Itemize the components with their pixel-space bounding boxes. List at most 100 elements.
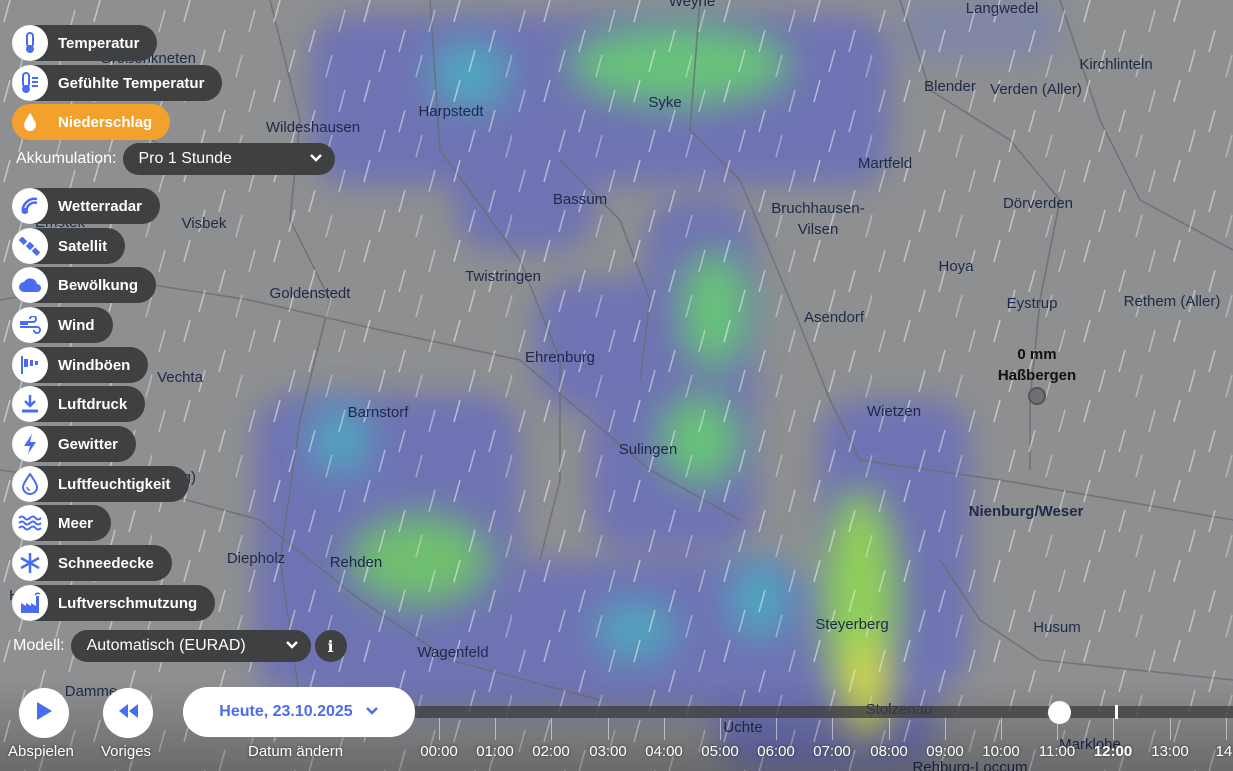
timeline-hour-label[interactable]: 09:00	[926, 743, 964, 760]
timeline-hour-label[interactable]: 12:00	[1094, 743, 1132, 760]
timeline-hour-label[interactable]: 14:	[1216, 743, 1233, 760]
timeline-hour-label[interactable]: 04:00	[645, 743, 683, 760]
layer-label: Gefühlte Temperatur	[58, 74, 205, 92]
layer-button-1[interactable]: Temperatur	[12, 25, 158, 61]
place-name: Eystrup	[1006, 295, 1058, 312]
model-info-button[interactable]: i	[314, 630, 347, 662]
place-name: Asendorf	[803, 309, 865, 326]
model-dropdown[interactable]: Automatisch (EURAD)	[70, 630, 311, 662]
timeline-track[interactable]	[415, 706, 1233, 718]
marker-pin-icon[interactable]	[1028, 387, 1046, 405]
layer-label: Wind	[58, 316, 95, 334]
place-name: Diepholz	[226, 550, 286, 567]
snowflake-icon	[12, 545, 48, 581]
place-name: Vilsen	[797, 221, 839, 238]
timeline-tick	[551, 718, 552, 740]
layer-button-2[interactable]: Gefühlte Temperatur	[12, 65, 223, 101]
radar-icon	[12, 188, 48, 224]
timeline-hour-label[interactable]: 11:00	[1039, 743, 1075, 760]
place-name: Goldenstedt	[269, 285, 351, 302]
layer-button-4[interactable]: Wetterradar	[12, 188, 160, 224]
date-value: Heute, 23.10.2025	[219, 703, 353, 720]
layer-label: Temperatur	[58, 34, 140, 52]
raindrop-icon	[12, 104, 48, 140]
layer-button-14[interactable]: Luftverschmutzung	[12, 585, 216, 621]
layer-label: Luftdruck	[58, 395, 128, 413]
layer-label: Luftfeuchtigkeit	[58, 475, 171, 493]
place-name: Wietzen	[866, 403, 922, 420]
layer-button-6[interactable]: Bewölkung	[12, 267, 157, 303]
layer-button-13[interactable]: Schneedecke	[12, 545, 172, 581]
previous-button[interactable]	[103, 688, 153, 738]
timeline-tick	[1113, 718, 1114, 740]
place-name: Sulingen	[618, 441, 678, 458]
timeline-slider-handle[interactable]	[1048, 701, 1071, 724]
timeline-hour-label[interactable]: 02:00	[532, 743, 570, 760]
timeline-hour-label[interactable]: 06:00	[757, 743, 795, 760]
satellite-icon	[12, 228, 48, 264]
place-name: Syke	[648, 94, 682, 111]
layer-label: Schneedecke	[58, 554, 154, 572]
layer-button-3[interactable]: Niederschlag	[12, 104, 171, 140]
place-name: Dörverden	[1002, 195, 1074, 212]
timeline-tick	[495, 718, 496, 740]
place-name: Harpstedt	[418, 103, 484, 120]
chevron-down-icon	[365, 703, 379, 721]
layer-button-10[interactable]: Gewitter	[12, 426, 137, 462]
timeline-hour-label[interactable]: 00:00	[420, 743, 458, 760]
layer-label: Bewölkung	[58, 276, 139, 294]
layer-label: Satellit	[58, 237, 108, 255]
marker-place-name: Haßbergen	[997, 367, 1077, 384]
layer-button-11[interactable]: Luftfeuchtigkeit	[12, 466, 189, 502]
timeline-tick	[439, 718, 440, 740]
marker-precipitation-value: 0 mm	[1017, 346, 1057, 363]
timeline-hour-label[interactable]: 07:00	[813, 743, 851, 760]
place-name: Steyerberg	[815, 616, 889, 633]
timeline-hour-label[interactable]: 05:00	[701, 743, 739, 760]
timeline-hour-label[interactable]: 13:00	[1151, 743, 1189, 760]
place-name: Martfeld	[857, 155, 913, 172]
lightning-icon	[12, 426, 48, 462]
change-date-label: Datum ändern	[248, 743, 344, 760]
timeline-hour-label[interactable]: 08:00	[870, 743, 908, 760]
timeline-hour-label[interactable]: 10:00	[982, 743, 1020, 760]
timeline-tick	[608, 718, 609, 740]
date-picker-button[interactable]: Heute, 23.10.2025	[183, 687, 415, 737]
timeline-hour-label[interactable]: 01:00	[476, 743, 514, 760]
wind-icon	[12, 307, 48, 343]
timeline-tick	[945, 718, 946, 740]
place-name: Wagenfeld	[417, 644, 489, 661]
pressure-arrow-icon	[12, 386, 48, 422]
accumulation-value: Pro 1 Stunde	[138, 150, 232, 167]
layer-label: Niederschlag	[58, 113, 153, 131]
layer-label: Gewitter	[58, 435, 119, 453]
place-name: Vechta	[157, 369, 203, 386]
accumulation-dropdown[interactable]: Pro 1 Stunde	[122, 143, 335, 175]
current-time-indicator	[1115, 705, 1118, 719]
place-name: Hoya	[938, 258, 974, 275]
timeline-hour-label[interactable]: 03:00	[589, 743, 627, 760]
layer-label: Luftverschmutzung	[58, 594, 198, 612]
layer-button-5[interactable]: Satellit	[12, 228, 126, 264]
layer-button-12[interactable]: Meer	[12, 505, 112, 541]
thermometer-icon	[12, 25, 48, 61]
play-label: Abspielen	[8, 743, 74, 760]
timeline-tick	[664, 718, 665, 740]
timeline-tick	[1170, 718, 1171, 740]
factory-icon	[12, 585, 48, 621]
timeline-tick	[720, 718, 721, 740]
play-button[interactable]	[19, 688, 69, 738]
timeline-tick	[889, 718, 890, 740]
layer-button-8[interactable]: Windböen	[12, 347, 149, 383]
model-value: Automatisch (EURAD)	[86, 637, 246, 654]
layer-label: Wetterradar	[58, 197, 142, 215]
timeline-tick	[776, 718, 777, 740]
place-name: Blender	[924, 78, 976, 95]
layer-button-7[interactable]: Wind	[12, 307, 113, 343]
rewind-icon	[117, 703, 139, 724]
cloud-icon	[12, 267, 48, 303]
place-name: Twistringen	[465, 268, 541, 285]
place-name: Barnstorf	[347, 404, 409, 421]
waves-icon	[12, 505, 48, 541]
layer-button-9[interactable]: Luftdruck	[12, 386, 146, 422]
